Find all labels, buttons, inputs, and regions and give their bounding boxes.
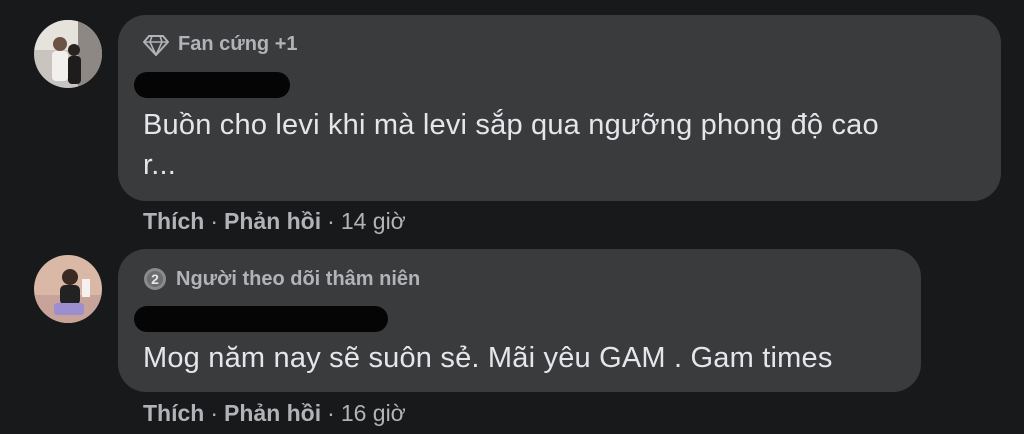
separator: ·: [210, 400, 219, 426]
like-button[interactable]: Thích: [143, 208, 204, 235]
comment-bubble: Fan cứng +1 Buồn cho levi khi mà levi sắ…: [118, 15, 1001, 201]
badge-number: 2: [151, 271, 159, 287]
timestamp[interactable]: 16 giờ: [341, 400, 406, 427]
avatar[interactable]: [34, 255, 102, 323]
fan-badge[interactable]: Fan cứng +1: [143, 33, 298, 56]
redacted-author-name: [134, 306, 388, 332]
reply-button[interactable]: Phản hồi: [224, 208, 321, 235]
timestamp[interactable]: 14 giờ: [341, 208, 406, 235]
comment-bubble: 2 Người theo dõi thâm niên Mog năm nay s…: [118, 249, 921, 392]
comment-item: Fan cứng +1 Buồn cho levi khi mà levi sắ…: [0, 0, 1024, 240]
like-button[interactable]: Thích: [143, 400, 204, 427]
separator: ·: [327, 400, 335, 426]
comment-text: Buồn cho levi khi mà levi sắp qua ngưỡng…: [143, 105, 879, 185]
badge-label: Fan cứng +1: [178, 33, 298, 55]
avatar[interactable]: [34, 20, 102, 88]
comment-text-line: Buồn cho levi khi mà levi sắp qua ngưỡng…: [143, 109, 879, 141]
diamond-icon: [143, 34, 169, 56]
badge-label: Người theo dõi thâm niên: [176, 267, 421, 290]
separator: ·: [327, 208, 335, 234]
comment-text: Mog năm nay sẽ suôn sẻ. Mãi yêu GAM . Ga…: [143, 338, 833, 378]
redacted-author-name: [134, 72, 290, 98]
comment-text-line: Mog năm nay sẽ suôn sẻ. Mãi yêu GAM . Ga…: [143, 342, 833, 374]
rank-2-badge-icon: 2: [144, 268, 166, 290]
separator: ·: [210, 208, 219, 234]
comment-text-line: r...: [143, 149, 177, 181]
comment-item: 2 Người theo dõi thâm niên Mog năm nay s…: [0, 240, 1024, 434]
avatar-photo-icon: [34, 20, 102, 88]
comment-actions: Thích · Phản hồi · 16 giờ: [143, 400, 406, 427]
comment-actions: Thích · Phản hồi · 14 giờ: [143, 208, 406, 235]
avatar-photo-icon: [34, 255, 102, 323]
reply-button[interactable]: Phản hồi: [224, 400, 321, 427]
follower-badge[interactable]: 2 Người theo dõi thâm niên: [143, 267, 420, 291]
